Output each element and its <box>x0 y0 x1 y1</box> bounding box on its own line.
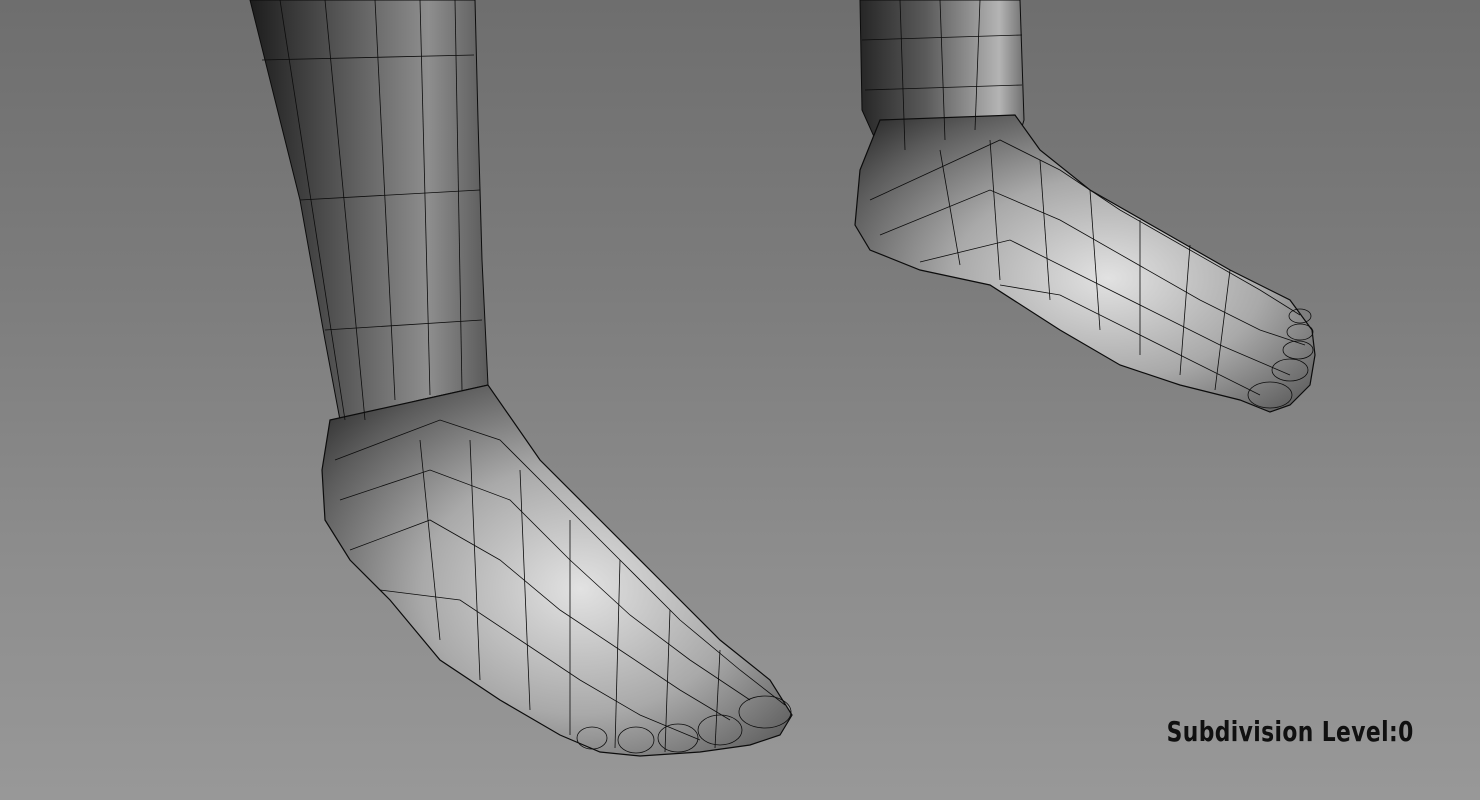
right-foot-shape <box>854 114 1316 413</box>
right-foot-model <box>854 0 1316 413</box>
left-leg-shape <box>249 0 489 421</box>
3d-viewport[interactable]: Subdivision Level:0 <box>0 0 1480 800</box>
foot-model-render <box>249 0 1316 757</box>
left-foot-shape <box>321 384 793 757</box>
subdivision-level-label: Subdivision Level:0 <box>1166 715 1414 748</box>
left-foot-model <box>249 0 793 757</box>
